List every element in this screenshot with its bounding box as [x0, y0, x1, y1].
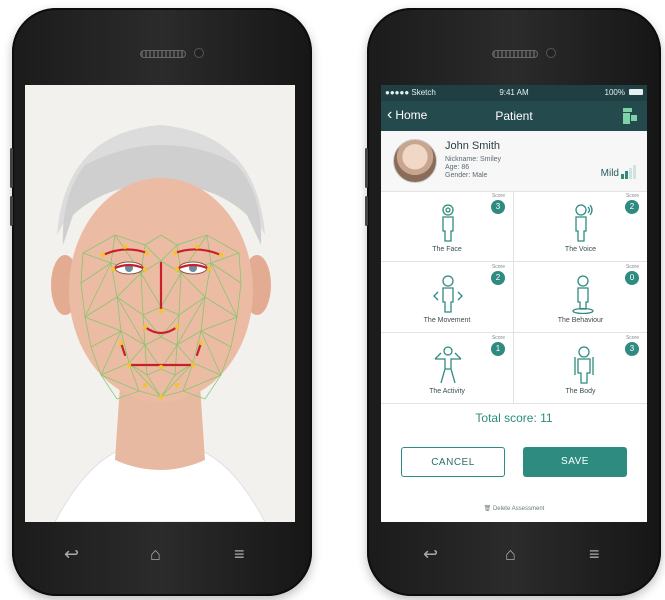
trash-icon: 🗑 — [483, 506, 492, 512]
movement-person-icon — [433, 275, 463, 313]
status-bar: ●●●●● Sketch 9:41 AM 100% — [381, 85, 647, 101]
assessment-cell-activity[interactable]: Score 1 The Activity — [381, 333, 514, 404]
score-label: Score — [625, 264, 639, 270]
app-header: ‹ Home Patient — [381, 101, 647, 131]
patient-gender: Gender: Male — [445, 172, 488, 179]
save-button[interactable]: SAVE — [523, 447, 627, 477]
score-badge: 2 — [625, 200, 639, 214]
cell-label: The Face — [432, 246, 462, 253]
score-badge: 0 — [625, 271, 639, 285]
left-hardware-nav: ↩ ⌂ ≡ — [12, 536, 312, 576]
cell-label: The Behaviour — [557, 317, 604, 324]
avatar — [393, 139, 437, 183]
back-arrow-icon[interactable]: ↩ — [64, 544, 79, 565]
behaviour-person-icon — [572, 275, 594, 314]
right-hardware-nav: ↩ ⌂ ≡ — [367, 536, 661, 576]
battery-percent: 100% — [604, 88, 625, 97]
left-phone: ↩ ⌂ ≡ — [10, 8, 312, 596]
menu-icon[interactable]: ≡ — [589, 544, 600, 565]
front-camera — [194, 48, 204, 58]
voice-person-icon — [575, 204, 593, 242]
cell-label: The Body — [565, 388, 596, 395]
patient-card[interactable]: John Smith Nickname: Smiley Age: 86 Gend… — [381, 131, 647, 192]
face-mesh-image — [51, 125, 271, 522]
delete-assessment-link[interactable]: 🗑 Delete Assessment — [381, 505, 647, 512]
volume-button-2 — [10, 196, 13, 226]
face-analysis-screen — [25, 85, 295, 522]
cancel-button[interactable]: CANCEL — [401, 447, 505, 477]
assessment-cell-body[interactable]: Score 3 The Body — [514, 333, 647, 404]
home-icon[interactable]: ⌂ — [150, 544, 161, 565]
score-badge: 1 — [491, 342, 505, 356]
cell-label: The Voice — [564, 246, 597, 253]
score-badge: 2 — [491, 271, 505, 285]
volume-button — [365, 148, 368, 188]
patient-nickname: Nickname: Smiley — [445, 156, 502, 163]
score-label: Score — [491, 264, 505, 270]
right-phone: ●●●●● Sketch 9:41 AM 100% ‹ Home Patient… — [365, 8, 661, 596]
back-arrow-icon[interactable]: ↩ — [423, 544, 438, 565]
battery-icon — [629, 89, 643, 95]
assessment-cell-face[interactable]: Score 3 The Face — [381, 191, 514, 262]
assessment-cell-movement[interactable]: Score 2 The Movement — [381, 262, 514, 333]
earpiece-speaker — [140, 50, 186, 58]
home-icon[interactable]: ⌂ — [505, 544, 516, 565]
patient-name: John Smith — [445, 140, 501, 152]
assessment-grid: Score 3 The Face Score 2 The Voice Score… — [381, 191, 647, 404]
patient-assessment-screen: ●●●●● Sketch 9:41 AM 100% ‹ Home Patient… — [381, 85, 647, 522]
device-signal-icon[interactable] — [623, 108, 637, 124]
cell-label: The Activity — [429, 388, 465, 395]
assessment-cell-voice[interactable]: Score 2 The Voice — [514, 191, 647, 262]
volume-button-2 — [365, 196, 368, 226]
page-title: Patient — [495, 109, 533, 123]
score-label: Score — [491, 193, 505, 199]
body-person-icon — [574, 346, 594, 384]
score-badge: 3 — [625, 342, 639, 356]
volume-button — [10, 148, 13, 188]
menu-icon[interactable]: ≡ — [234, 544, 245, 565]
patient-age: Age: 86 — [445, 164, 470, 171]
face-person-icon — [442, 204, 454, 242]
score-label: Score — [625, 193, 639, 199]
severity-bars-icon — [621, 165, 636, 179]
score-label: Score — [491, 335, 505, 341]
earpiece-speaker — [492, 50, 538, 58]
score-badge: 3 — [491, 200, 505, 214]
divider — [381, 403, 647, 404]
score-label: Score — [625, 335, 639, 341]
severity-label: Mild — [600, 168, 619, 179]
assessment-cell-behaviour[interactable]: Score 0 The Behaviour — [514, 262, 647, 333]
activity-person-icon — [434, 346, 462, 384]
cell-label: The Movement — [423, 317, 471, 324]
delete-assessment-label: Delete Assessment — [492, 506, 545, 512]
total-score: Total score: 11 — [475, 411, 553, 425]
front-camera — [546, 48, 556, 58]
